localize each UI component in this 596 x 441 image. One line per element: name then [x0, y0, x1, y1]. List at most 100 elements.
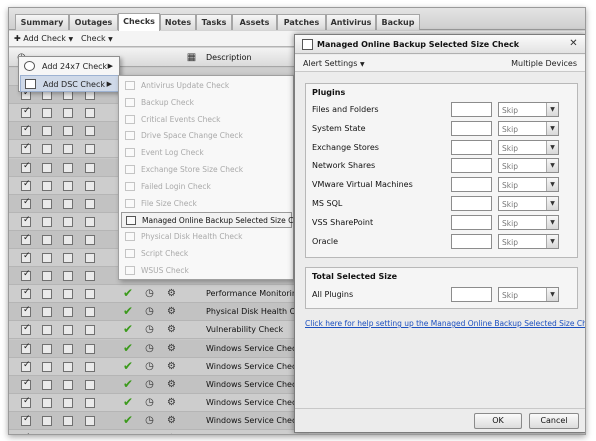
- help-link[interactable]: Click here for help setting up the Manag…: [305, 319, 585, 328]
- tab-tasks[interactable]: Tasks: [196, 14, 232, 30]
- row-checkbox[interactable]: [63, 379, 73, 390]
- row-checkbox[interactable]: [63, 144, 73, 155]
- menu-item-dsc-check[interactable]: Exchange Store Size Check: [121, 162, 292, 178]
- menu-item-dsc-check[interactable]: Physical Disk Health Check: [121, 229, 292, 245]
- row-checkbox[interactable]: [21, 233, 31, 245]
- row-checkbox[interactable]: [63, 325, 73, 336]
- row-checkbox[interactable]: [42, 198, 52, 209]
- menu-item-add-dsc-check[interactable]: Add DSC Check ▶: [20, 75, 119, 92]
- row-checkbox[interactable]: [63, 216, 73, 227]
- close-icon[interactable]: ✕: [567, 37, 580, 50]
- row-checkbox[interactable]: [63, 343, 73, 354]
- menu-item-dsc-check[interactable]: WSUS Check: [121, 263, 292, 279]
- row-checkbox[interactable]: [85, 271, 95, 282]
- row-checkbox[interactable]: [63, 234, 73, 245]
- row-checkbox[interactable]: [42, 415, 52, 426]
- row-checkbox[interactable]: [42, 162, 52, 173]
- plugin-action-select[interactable]: Skip ▼: [498, 177, 559, 193]
- row-checkbox[interactable]: [85, 397, 95, 408]
- menu-item-dsc-check[interactable]: Script Check: [121, 246, 292, 262]
- row-checkbox[interactable]: [23, 432, 31, 434]
- row-checkbox[interactable]: [42, 108, 52, 119]
- tab-outages[interactable]: Outages: [69, 14, 118, 30]
- menu-item-dsc-check[interactable]: Critical Events Check: [121, 112, 292, 128]
- plugin-size-input[interactable]: [451, 102, 492, 117]
- row-checkbox[interactable]: [21, 414, 31, 426]
- menu-item-dsc-check[interactable]: Failed Login Check: [121, 179, 292, 195]
- add-check-button[interactable]: ✚ Add Check ▼: [14, 33, 73, 45]
- plugin-action-select[interactable]: Skip ▼: [498, 139, 559, 155]
- row-checkbox[interactable]: [63, 180, 73, 191]
- row-checkbox[interactable]: [85, 379, 95, 390]
- row-checkbox[interactable]: [63, 162, 73, 173]
- tab-antivirus[interactable]: Antivirus: [326, 14, 376, 30]
- row-checkbox[interactable]: [85, 253, 95, 263]
- row-checkbox[interactable]: [21, 323, 31, 336]
- menu-item-dsc-check[interactable]: File Size Check: [121, 196, 292, 212]
- table-row[interactable]: ✔◷⚙Performance Monitoring C: [9, 285, 310, 304]
- row-checkbox[interactable]: [42, 234, 52, 245]
- plugin-size-input[interactable]: [451, 120, 492, 136]
- row-checkbox[interactable]: [42, 144, 52, 155]
- row-checkbox[interactable]: [21, 269, 31, 282]
- row-checkbox[interactable]: [85, 289, 95, 300]
- plugin-action-select[interactable]: Skip ▼: [498, 158, 559, 174]
- row-checkbox[interactable]: [21, 251, 31, 263]
- menu-item-dsc-check[interactable]: Drive Space Change Check: [121, 128, 292, 144]
- menu-item-dsc-check[interactable]: Event Log Check: [121, 145, 292, 161]
- plugin-action-select[interactable]: Skip ▼: [498, 233, 559, 249]
- plugin-size-input[interactable]: [451, 214, 492, 230]
- row-checkbox[interactable]: [21, 396, 31, 408]
- row-checkbox[interactable]: [85, 307, 95, 318]
- row-checkbox[interactable]: [21, 305, 31, 318]
- plugin-action-select[interactable]: Skip ▼: [498, 120, 559, 136]
- row-checkbox[interactable]: [21, 360, 31, 372]
- plugin-action-select[interactable]: Skip ▼: [498, 214, 559, 230]
- menu-item-dsc-check[interactable]: Managed Online Backup Selected Size Chec…: [121, 212, 311, 229]
- row-checkbox[interactable]: [42, 216, 52, 227]
- all-plugins-size-input[interactable]: [451, 287, 492, 302]
- row-checkbox[interactable]: [85, 108, 95, 119]
- row-checkbox[interactable]: [63, 307, 73, 318]
- tab-backup[interactable]: Backup: [376, 14, 420, 30]
- table-row[interactable]: ✔ ◷ ⚙ Windows Service Check -: [9, 430, 309, 435]
- row-checkbox[interactable]: [21, 161, 31, 173]
- table-row[interactable]: ✔ ◷ ⚙ Windows Service Check -: [9, 357, 309, 376]
- row-checkbox[interactable]: [21, 142, 31, 155]
- row-checkbox[interactable]: [85, 180, 95, 191]
- plugin-action-select[interactable]: Skip ▼: [498, 196, 559, 211]
- table-row[interactable]: ✔ ◷ ⚙ Windows Service Check -: [9, 375, 309, 394]
- menu-item-dsc-check[interactable]: Antivirus Update Check: [121, 78, 292, 94]
- row-checkbox[interactable]: [85, 325, 95, 336]
- row-checkbox[interactable]: [85, 415, 95, 426]
- tab-patches[interactable]: Patches: [277, 14, 326, 30]
- row-checkbox[interactable]: [63, 271, 73, 282]
- plugin-size-input[interactable]: [451, 139, 492, 155]
- row-checkbox[interactable]: [42, 397, 52, 408]
- row-checkbox[interactable]: [42, 379, 52, 390]
- row-checkbox[interactable]: [85, 434, 95, 435]
- row-checkbox[interactable]: [85, 126, 95, 137]
- row-checkbox[interactable]: [21, 378, 31, 390]
- row-checkbox[interactable]: [85, 216, 95, 227]
- row-checkbox[interactable]: [42, 307, 52, 318]
- row-checkbox[interactable]: [63, 397, 73, 408]
- tab-checks[interactable]: Checks: [118, 13, 160, 31]
- alert-settings-button[interactable]: Alert Settings ▼: [303, 59, 365, 68]
- cancel-button[interactable]: Cancel: [529, 413, 579, 429]
- table-row[interactable]: ✔ ◷ ⚙ Windows Service Check -: [9, 339, 309, 358]
- description-column-header[interactable]: Description: [206, 53, 252, 62]
- menu-item-dsc-check[interactable]: Backup Check: [121, 95, 292, 111]
- row-checkbox[interactable]: [21, 197, 31, 209]
- row-checkbox[interactable]: [63, 108, 73, 119]
- row-checkbox[interactable]: [63, 434, 73, 435]
- plugin-action-select[interactable]: Skip ▼: [498, 102, 559, 117]
- row-checkbox[interactable]: [42, 180, 52, 191]
- row-checkbox[interactable]: [85, 343, 95, 354]
- row-checkbox[interactable]: [42, 343, 52, 354]
- row-checkbox[interactable]: [21, 179, 31, 191]
- row-checkbox[interactable]: [63, 415, 73, 426]
- table-row[interactable]: ✔ ◷ ⚙ Vulnerability Check: [9, 321, 309, 340]
- row-checkbox[interactable]: [42, 325, 52, 336]
- row-checkbox[interactable]: [42, 253, 52, 263]
